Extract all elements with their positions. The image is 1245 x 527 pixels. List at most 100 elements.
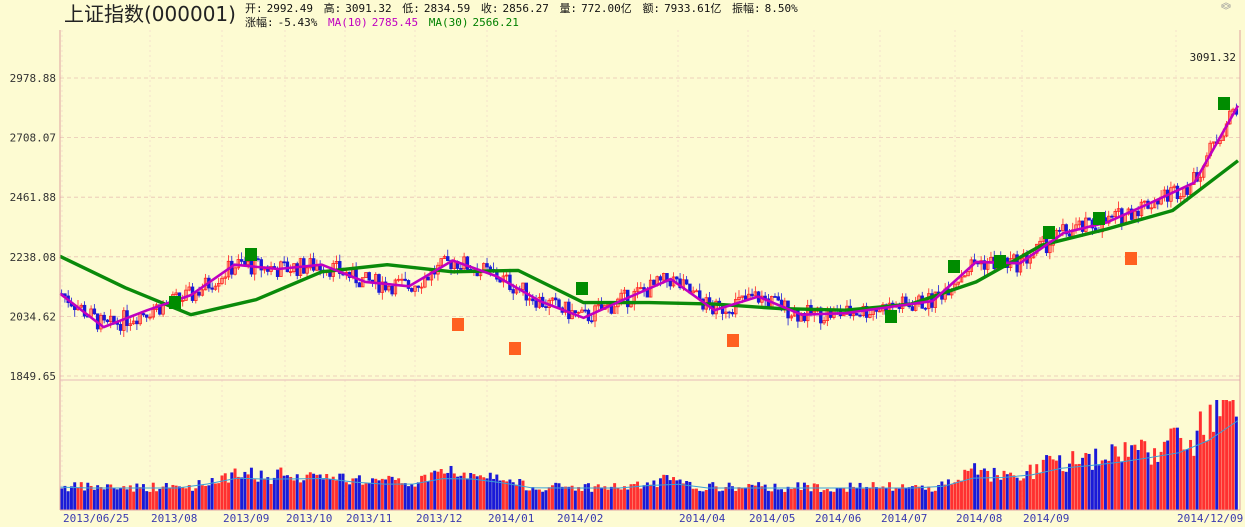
- volume-bar: [868, 488, 872, 510]
- volume-bar: [426, 481, 430, 510]
- volume-bar: [642, 485, 646, 510]
- volume-bar: [999, 479, 1003, 510]
- volume-bar: [855, 488, 859, 510]
- volume-bar: [760, 486, 764, 510]
- volume-bar: [128, 485, 132, 510]
- high-annotation: 3091.32: [1190, 51, 1236, 64]
- volume-bar: [1149, 464, 1153, 510]
- volume-bar: [69, 486, 73, 510]
- volume-bar: [459, 475, 463, 510]
- volume-bar: [1162, 441, 1166, 510]
- volume-bar: [1143, 441, 1147, 510]
- volume-bar: [1015, 477, 1019, 510]
- volume-bar: [845, 491, 849, 510]
- volume-bar: [632, 483, 636, 510]
- volume-bar: [1231, 400, 1235, 510]
- candle-body: [485, 263, 489, 268]
- volume-bar: [655, 487, 659, 510]
- volume-bar: [1215, 400, 1219, 510]
- volume-bar: [1218, 416, 1222, 510]
- volume-bar: [1172, 427, 1176, 510]
- volume-bar: [750, 484, 754, 510]
- volume-bar: [1133, 444, 1137, 510]
- volume-bar: [757, 482, 761, 510]
- volume-bar: [1038, 473, 1042, 510]
- volume-bar: [420, 475, 424, 510]
- candle-body: [684, 279, 689, 285]
- volume-bar: [184, 488, 188, 510]
- volume-bar: [888, 482, 891, 510]
- candle-body: [243, 260, 247, 265]
- candle-body: [465, 256, 470, 270]
- volume-bar: [1032, 479, 1035, 510]
- x-tick-label-7: 2014/02: [557, 512, 603, 525]
- volume-bar: [390, 476, 394, 510]
- volume-bar: [806, 485, 810, 510]
- amount-label: 额:: [642, 2, 661, 15]
- volume-bar: [449, 465, 453, 510]
- volume-bar: [436, 471, 440, 510]
- volume-bar: [694, 488, 698, 510]
- volume-bar: [240, 477, 244, 510]
- volume-bar: [639, 488, 643, 510]
- volume-bar: [1041, 459, 1045, 510]
- volume-bar: [223, 473, 227, 510]
- volume-bar: [894, 488, 898, 510]
- volume-bar: [626, 489, 630, 510]
- volume-bar: [1228, 401, 1232, 510]
- volume-bar: [636, 481, 640, 510]
- candle-body: [1067, 233, 1072, 237]
- volume-bar: [698, 490, 702, 510]
- volume-bar: [207, 485, 211, 510]
- volume-bar: [780, 489, 783, 510]
- volume-bar: [825, 488, 829, 510]
- volume-bar: [158, 488, 162, 510]
- volume-bar: [986, 470, 990, 510]
- volume-bar: [456, 476, 460, 510]
- volume-bar: [351, 478, 355, 510]
- volume-bar: [292, 480, 296, 510]
- volume-bar: [766, 490, 770, 510]
- volume-bar: [302, 480, 306, 510]
- volume-bar: [930, 491, 934, 510]
- volume-bar: [865, 486, 869, 510]
- volume-bar: [554, 482, 558, 510]
- volume-bar: [272, 477, 276, 510]
- candle-body: [557, 299, 561, 309]
- volume-bar: [315, 474, 319, 510]
- volume-bar: [230, 472, 234, 510]
- volume-bar: [920, 485, 924, 510]
- volume-bar: [462, 472, 466, 510]
- volume-bar: [838, 488, 842, 510]
- volume-bar: [884, 487, 888, 510]
- volume-bar: [557, 483, 561, 510]
- volume-bar: [953, 482, 957, 510]
- volume-bar: [829, 491, 833, 510]
- volume-bar: [724, 487, 728, 510]
- volume-bar: [550, 485, 554, 510]
- volume-bar: [364, 483, 368, 510]
- volume-bar: [904, 487, 908, 510]
- volume-bar: [600, 487, 604, 510]
- volume-bar: [858, 482, 862, 510]
- volume-bar: [338, 473, 342, 510]
- volume-bar: [177, 486, 181, 510]
- volume-bar: [361, 484, 365, 510]
- collapse-chevrons-icon[interactable]: ︽ ︾: [1215, 0, 1237, 26]
- volume-bar: [665, 475, 669, 510]
- volume-bar: [701, 491, 705, 510]
- volume-label: 量:: [559, 2, 578, 15]
- volume-bar: [102, 489, 106, 510]
- volume-bar: [943, 484, 947, 510]
- volume-bar: [528, 490, 532, 510]
- volume-bar: [992, 467, 996, 510]
- volume-bar: [403, 483, 407, 510]
- volume-bar: [148, 491, 152, 510]
- candle-body: [904, 296, 908, 304]
- candle-body: [511, 289, 515, 294]
- candle-body: [118, 323, 123, 331]
- volume-bar: [537, 489, 541, 510]
- candle-body: [1185, 187, 1189, 195]
- volume-bar: [976, 474, 980, 510]
- amplitude-label: 振幅:: [732, 2, 761, 15]
